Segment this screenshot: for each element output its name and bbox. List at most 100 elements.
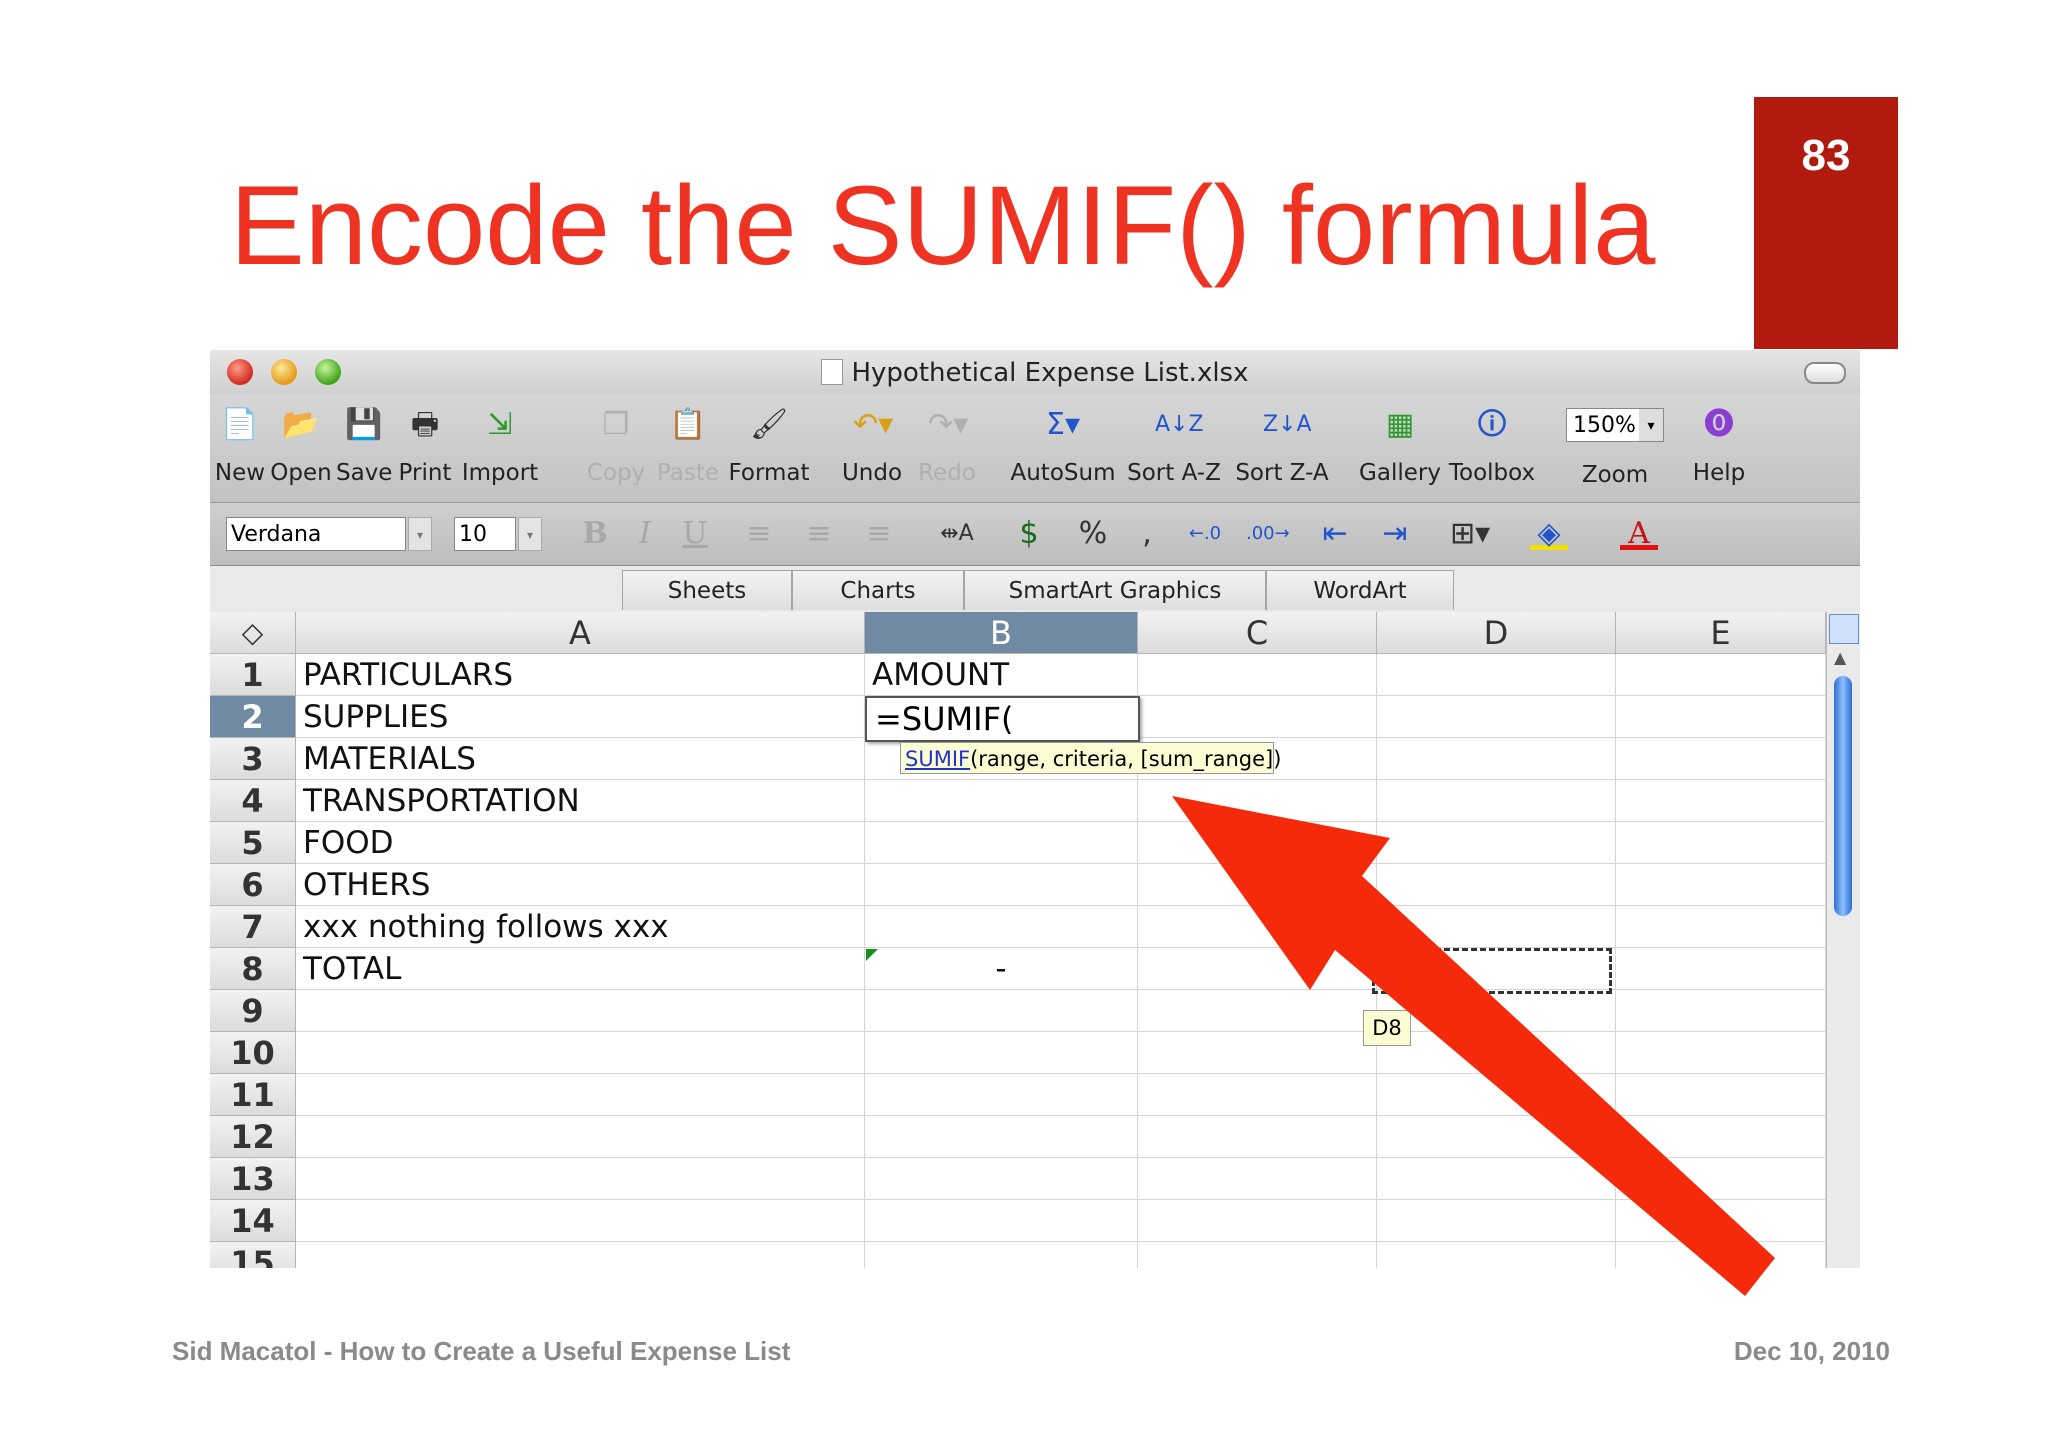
cell-d6[interactable] [1377, 864, 1616, 906]
cell-d3[interactable] [1377, 738, 1616, 780]
tab-smartart-graphics[interactable]: SmartArt Graphics [964, 570, 1266, 610]
cell-a5[interactable]: FOOD [296, 822, 865, 864]
cell-a12[interactable] [296, 1116, 865, 1158]
column-header-b[interactable]: B [865, 612, 1138, 654]
row-header-4[interactable]: 4 [210, 780, 296, 822]
increase-decimal-icon[interactable]: ←.0 [1186, 515, 1224, 553]
cell-b15[interactable] [865, 1242, 1138, 1268]
function-help-link[interactable]: SUMIF [905, 747, 970, 771]
sort-az-button[interactable]: A↓Z Sort A-Z [1124, 400, 1224, 496]
decrease-decimal-icon[interactable]: .00→ [1246, 515, 1290, 553]
vertical-scrollbar[interactable]: ▲ [1826, 612, 1860, 1268]
cell-a10[interactable] [296, 1032, 865, 1074]
cell-b7[interactable] [865, 906, 1138, 948]
cell-b14[interactable] [865, 1200, 1138, 1242]
spreadsheet-grid[interactable]: ◇ A B C D E 1 PARTICULARS AMOUNT 2 SUPPLIES 3… [210, 612, 1860, 1268]
cell-b11[interactable] [865, 1074, 1138, 1116]
column-header-c[interactable]: C [1138, 612, 1377, 654]
row-header-6[interactable]: 6 [210, 864, 296, 906]
cell-b1[interactable]: AMOUNT [865, 654, 1138, 696]
cell-c2[interactable] [1138, 696, 1377, 738]
toolbox-button[interactable]: 🛈 Toolbox [1444, 400, 1540, 496]
cell-c1[interactable] [1138, 654, 1377, 696]
cell-b5[interactable] [865, 822, 1138, 864]
redo-button[interactable]: ↷▾ Redo [912, 400, 982, 496]
zoom-select[interactable]: 150% ▾ [1566, 408, 1664, 442]
cell-e8[interactable] [1616, 948, 1826, 990]
cell-e9[interactable] [1616, 990, 1826, 1032]
toolbar-toggle-button[interactable] [1804, 362, 1846, 384]
cell-a3[interactable]: MATERIALS [296, 738, 865, 780]
cell-c14[interactable] [1138, 1200, 1377, 1242]
row-header-9[interactable]: 9 [210, 990, 296, 1032]
cell-a2[interactable]: SUPPLIES [296, 696, 865, 738]
cell-c12[interactable] [1138, 1116, 1377, 1158]
column-header-d[interactable]: D [1377, 612, 1616, 654]
row-header-15[interactable]: 15 [210, 1242, 296, 1268]
cell-b4[interactable] [865, 780, 1138, 822]
cell-e15[interactable] [1616, 1242, 1826, 1268]
cell-c5[interactable] [1138, 822, 1377, 864]
percent-icon[interactable]: % [1074, 515, 1112, 553]
cell-d10[interactable] [1377, 1032, 1616, 1074]
sort-za-button[interactable]: Z↓A Sort Z-A [1232, 400, 1332, 496]
cell-d11[interactable] [1377, 1074, 1616, 1116]
cell-e4[interactable] [1616, 780, 1826, 822]
cell-b13[interactable] [865, 1158, 1138, 1200]
cell-d7[interactable] [1377, 906, 1616, 948]
font-color-icon[interactable]: A [1620, 515, 1658, 551]
cell-b6[interactable] [865, 864, 1138, 906]
comma-style-icon[interactable]: , [1128, 515, 1166, 553]
cell-a14[interactable] [296, 1200, 865, 1242]
cell-e2[interactable] [1616, 696, 1826, 738]
decrease-indent-icon[interactable]: ⇤ [1316, 515, 1354, 553]
cell-a7[interactable]: xxx nothing follows xxx [296, 906, 865, 948]
row-header-5[interactable]: 5 [210, 822, 296, 864]
cell-e14[interactable] [1616, 1200, 1826, 1242]
tab-charts[interactable]: Charts [792, 570, 964, 610]
help-button[interactable]: ⓿ Help [1686, 400, 1752, 496]
cell-d14[interactable] [1377, 1200, 1616, 1242]
tab-sheets[interactable]: Sheets [622, 570, 792, 610]
cell-c7[interactable] [1138, 906, 1377, 948]
new-button[interactable]: 📄 New [214, 400, 266, 496]
row-header-10[interactable]: 10 [210, 1032, 296, 1074]
bold-icon[interactable]: B [576, 515, 614, 553]
row-header-8[interactable]: 8 [210, 948, 296, 990]
row-header-14[interactable]: 14 [210, 1200, 296, 1242]
cell-e1[interactable] [1616, 654, 1826, 696]
row-header-2[interactable]: 2 [210, 696, 296, 738]
align-left-icon[interactable]: ≡ [740, 515, 778, 553]
italic-icon[interactable]: I [626, 515, 664, 553]
cell-d2[interactable] [1377, 696, 1616, 738]
cell-d4[interactable] [1377, 780, 1616, 822]
zoom-control[interactable]: 150% ▾ Zoom [1560, 400, 1670, 496]
cell-c11[interactable] [1138, 1074, 1377, 1116]
column-header-e[interactable]: E [1616, 612, 1826, 654]
column-header-a[interactable]: A [296, 612, 865, 654]
align-center-icon[interactable]: ≡ [800, 515, 838, 553]
row-header-1[interactable]: 1 [210, 654, 296, 696]
cell-c10[interactable] [1138, 1032, 1377, 1074]
row-header-3[interactable]: 3 [210, 738, 296, 780]
cell-d13[interactable] [1377, 1158, 1616, 1200]
row-header-7[interactable]: 7 [210, 906, 296, 948]
cell-a15[interactable] [296, 1242, 865, 1268]
row-header-12[interactable]: 12 [210, 1116, 296, 1158]
cell-a8[interactable]: TOTAL [296, 948, 865, 990]
copy-button[interactable]: ❐ Copy [584, 400, 648, 496]
cell-a13[interactable] [296, 1158, 865, 1200]
print-button[interactable]: 🖶 Print [394, 400, 456, 496]
cell-d15[interactable] [1377, 1242, 1616, 1268]
cell-c9[interactable] [1138, 990, 1377, 1032]
cell-b8[interactable]: - [865, 948, 1138, 990]
cell-e7[interactable] [1616, 906, 1826, 948]
cell-c15[interactable] [1138, 1242, 1377, 1268]
fill-color-icon[interactable]: ◈ [1530, 515, 1568, 551]
cell-b10[interactable] [865, 1032, 1138, 1074]
import-button[interactable]: ⇲ Import [458, 400, 542, 496]
merge-cells-icon[interactable]: ⇹A [938, 515, 976, 553]
gallery-button[interactable]: ▦ Gallery [1358, 400, 1442, 496]
align-right-icon[interactable]: ≡ [860, 515, 898, 553]
format-button[interactable]: 🖌 Format [728, 400, 810, 496]
